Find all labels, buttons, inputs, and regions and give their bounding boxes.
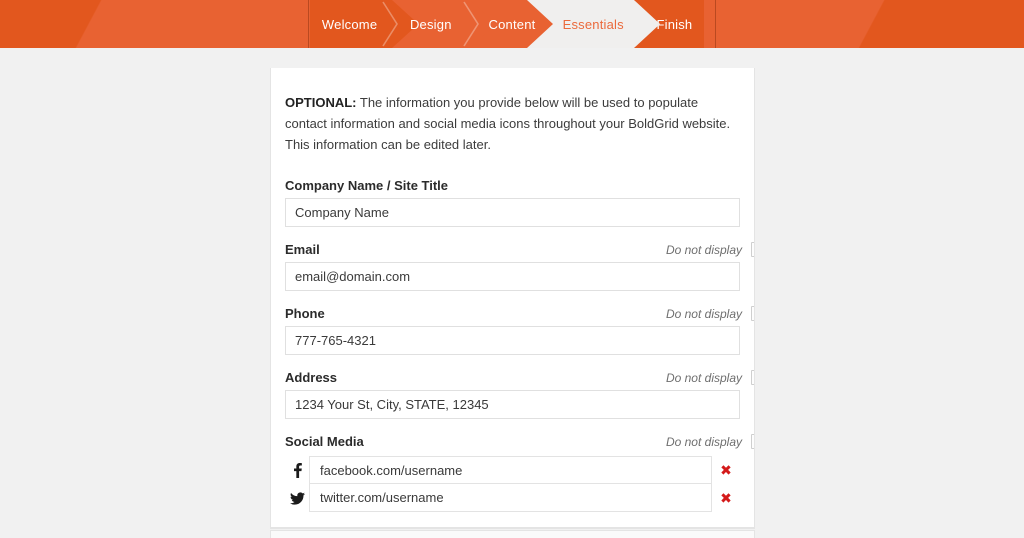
- do-not-display-label: Do not display: [665, 370, 742, 385]
- do-not-display-label: Do not display: [665, 242, 742, 257]
- header-sheen-right: [704, 0, 1024, 48]
- header-divider-right: [715, 0, 716, 48]
- field-label-row: Social Media Do not display: [285, 433, 754, 450]
- card-bottom-divider: [271, 527, 754, 528]
- essentials-form-card: OPTIONAL: The information you provide be…: [270, 68, 755, 529]
- field-address: Address Do not display: [283, 369, 754, 420]
- next-section-placeholder: [270, 530, 755, 538]
- facebook-icon: [285, 462, 309, 478]
- wizard-steps: Welcome Design Content Essentials Finish: [309, 0, 715, 48]
- social-row-facebook: ✖: [285, 456, 740, 485]
- do-not-display-group: Do not display: [665, 434, 754, 450]
- field-label-row: Phone Do not display: [285, 305, 754, 322]
- do-not-display-checkbox[interactable]: [751, 434, 754, 450]
- address-input[interactable]: [285, 390, 740, 420]
- field-label: Address: [285, 370, 338, 386]
- field-label: Social Media: [285, 434, 364, 450]
- intro-optional-prefix: OPTIONAL:: [285, 95, 357, 110]
- chevron-notch-left: [526, 0, 553, 48]
- field-label: Email: [285, 242, 320, 258]
- do-not-display-group: Do not display: [665, 242, 754, 258]
- field-email: Email Do not display: [283, 241, 754, 292]
- wizard-step-label: Design: [409, 16, 452, 32]
- field-label-row: Address Do not display: [285, 369, 754, 386]
- remove-social-row-button[interactable]: ✖: [712, 491, 740, 505]
- wizard-step-essentials[interactable]: Essentials: [526, 0, 660, 48]
- wizard-step-label: Essentials: [562, 16, 624, 32]
- field-label: Company Name / Site Title: [285, 178, 449, 194]
- wizard-header: Welcome Design Content Essentials Finish: [0, 0, 1024, 48]
- do-not-display-checkbox[interactable]: [751, 370, 754, 386]
- social-media-rows: ✖ ✖: [283, 456, 742, 513]
- field-company-name: Company Name / Site Title: [283, 177, 742, 228]
- do-not-display-checkbox[interactable]: [751, 306, 754, 322]
- twitter-url-input[interactable]: [309, 484, 712, 513]
- phone-input[interactable]: [285, 326, 740, 356]
- field-label-row: Company Name / Site Title: [285, 177, 740, 194]
- do-not-display-label: Do not display: [665, 434, 742, 449]
- wizard-step-label: Finish: [656, 16, 693, 32]
- field-phone: Phone Do not display: [283, 305, 754, 356]
- email-input[interactable]: [285, 262, 740, 292]
- do-not-display-checkbox[interactable]: [751, 242, 754, 258]
- field-social-media: Social Media Do not display: [283, 433, 754, 450]
- do-not-display-group: Do not display: [665, 370, 754, 386]
- do-not-display-group: Do not display: [665, 306, 754, 322]
- twitter-icon: [285, 492, 309, 505]
- header-sheen-left: [0, 0, 310, 48]
- facebook-url-input[interactable]: [309, 456, 712, 485]
- field-label: Phone: [285, 306, 325, 322]
- field-label-row: Email Do not display: [285, 241, 754, 258]
- do-not-display-label: Do not display: [665, 306, 742, 321]
- wizard-step-design[interactable]: Design: [390, 0, 480, 48]
- intro-text: OPTIONAL: The information you provide be…: [283, 92, 742, 155]
- remove-social-row-button[interactable]: ✖: [712, 463, 740, 477]
- wizard-step-welcome[interactable]: Welcome: [309, 0, 399, 48]
- social-row-twitter: ✖: [285, 484, 740, 513]
- page-body: OPTIONAL: The information you provide be…: [0, 48, 1024, 538]
- wizard-step-label: Welcome: [321, 16, 378, 32]
- company-name-input[interactable]: [285, 198, 740, 228]
- chevron-point-right: [633, 0, 660, 48]
